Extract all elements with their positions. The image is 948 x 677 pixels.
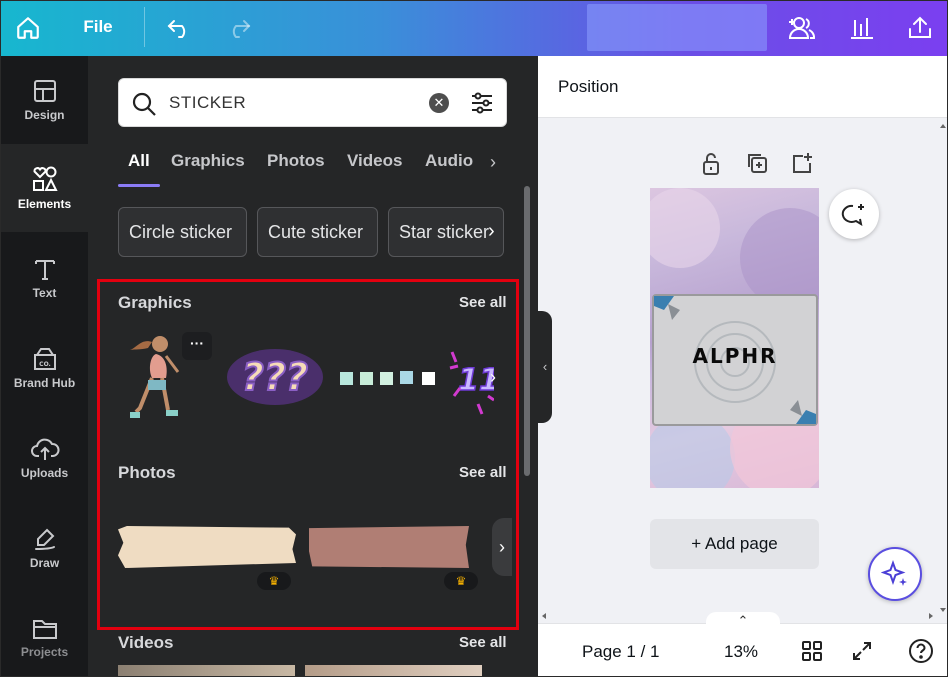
title-placeholder[interactable] xyxy=(587,4,767,51)
filter-icon[interactable] xyxy=(469,90,495,116)
rail-item-elements[interactable]: Elements xyxy=(1,144,88,232)
rail-label: Draw xyxy=(29,556,60,570)
see-all-videos[interactable]: See all xyxy=(459,634,507,651)
folder-icon xyxy=(32,620,57,639)
tab-audio[interactable]: Audio xyxy=(425,146,473,176)
rail-item-uploads[interactable]: Uploads xyxy=(1,414,88,502)
design-page[interactable]: ALPHR xyxy=(650,188,819,488)
chevron-right-icon[interactable]: › xyxy=(488,220,495,243)
chip-star-sticker[interactable]: Star sticker xyxy=(388,207,504,257)
elements-panel: STICKER ✕ All Graphics Photos Videos Aud… xyxy=(88,56,538,676)
search-box[interactable]: STICKER ✕ xyxy=(118,78,507,127)
panel-scrollbar[interactable] xyxy=(524,186,530,476)
section-title-videos: Videos xyxy=(118,633,174,652)
text-icon xyxy=(34,260,55,280)
comment-button[interactable] xyxy=(829,189,879,239)
lock-icon[interactable] xyxy=(701,152,721,176)
rail-item-projects[interactable]: Projects xyxy=(1,594,88,676)
card-text: ALPHR xyxy=(692,344,778,368)
vertical-scrollbar[interactable] xyxy=(937,118,948,618)
insights-icon[interactable] xyxy=(843,9,881,47)
tab-photos[interactable]: Photos xyxy=(267,146,325,176)
canva-editor: File Design Elements Text CO. Brand Hub … xyxy=(0,0,948,677)
add-page-icon[interactable] xyxy=(791,152,813,174)
video-thumbnail[interactable] xyxy=(305,665,482,676)
highlight-box xyxy=(97,279,519,630)
draw-icon xyxy=(34,528,55,550)
svg-text:CO.: CO. xyxy=(39,361,51,368)
rail-item-design[interactable]: Design xyxy=(1,56,88,144)
redo-icon[interactable] xyxy=(219,9,257,47)
comment-add-icon xyxy=(841,204,864,226)
rail-label: Brand Hub xyxy=(13,376,76,390)
tab-videos[interactable]: Videos xyxy=(347,146,402,176)
rail-label: Design xyxy=(24,108,65,122)
file-menu[interactable]: File xyxy=(71,1,125,56)
top-bar: File xyxy=(1,1,947,56)
canvas-area: Position ALPHR + Add page ⌃ Page 1 / 1 1… xyxy=(538,56,948,676)
rail-item-brand-hub[interactable]: CO. Brand Hub xyxy=(1,324,88,412)
search-input[interactable]: STICKER xyxy=(169,79,246,126)
share-people-icon[interactable] xyxy=(783,9,821,47)
grid-view-icon[interactable] xyxy=(799,638,825,664)
tab-all[interactable]: All xyxy=(128,146,150,176)
rail-item-draw[interactable]: Draw xyxy=(1,504,88,592)
add-page-button[interactable]: + Add page xyxy=(650,519,819,569)
chevron-right-icon[interactable]: › xyxy=(490,152,496,173)
rail-label: Projects xyxy=(20,645,69,659)
chip-cute-sticker[interactable]: Cute sticker xyxy=(257,207,378,257)
rail-label: Text xyxy=(32,286,57,300)
alphr-card[interactable]: ALPHR xyxy=(652,294,818,426)
brand-hub-icon: CO. xyxy=(33,348,56,370)
clear-icon[interactable]: ✕ xyxy=(429,93,449,113)
fullscreen-icon[interactable] xyxy=(849,638,875,664)
chip-circle-sticker[interactable]: Circle sticker xyxy=(118,207,247,257)
video-thumbnail[interactable] xyxy=(118,665,295,676)
zoom-level[interactable]: 13% xyxy=(724,624,758,676)
rail-label: Uploads xyxy=(20,466,69,480)
duplicate-page-icon[interactable] xyxy=(746,152,768,174)
left-rail: Design Elements Text CO. Brand Hub Uploa… xyxy=(1,56,88,676)
page-indicator[interactable]: Page 1 / 1 xyxy=(582,624,660,676)
footer-bar: ⌃ Page 1 / 1 13% xyxy=(538,612,947,676)
elements-icon xyxy=(32,166,58,191)
position-button[interactable]: Position xyxy=(558,56,618,118)
design-icon xyxy=(33,80,56,102)
sparkle-icon xyxy=(881,560,907,586)
rail-label: Elements xyxy=(17,197,72,211)
active-tab-indicator xyxy=(118,184,160,187)
position-header: Position xyxy=(538,56,947,118)
search-icon xyxy=(132,92,156,116)
undo-icon[interactable] xyxy=(161,9,199,47)
magic-assistant-button[interactable] xyxy=(868,547,922,601)
tabs: All Graphics Photos Videos Audio › xyxy=(118,146,518,190)
collapse-panel-handle[interactable]: ‹ xyxy=(538,311,552,423)
tab-graphics[interactable]: Graphics xyxy=(171,146,245,176)
upload-cloud-icon xyxy=(30,438,59,460)
divider xyxy=(144,7,145,47)
upload-icon[interactable] xyxy=(901,9,939,47)
home-icon[interactable] xyxy=(9,9,47,47)
rail-item-text[interactable]: Text xyxy=(1,234,88,322)
help-icon[interactable] xyxy=(908,638,934,664)
